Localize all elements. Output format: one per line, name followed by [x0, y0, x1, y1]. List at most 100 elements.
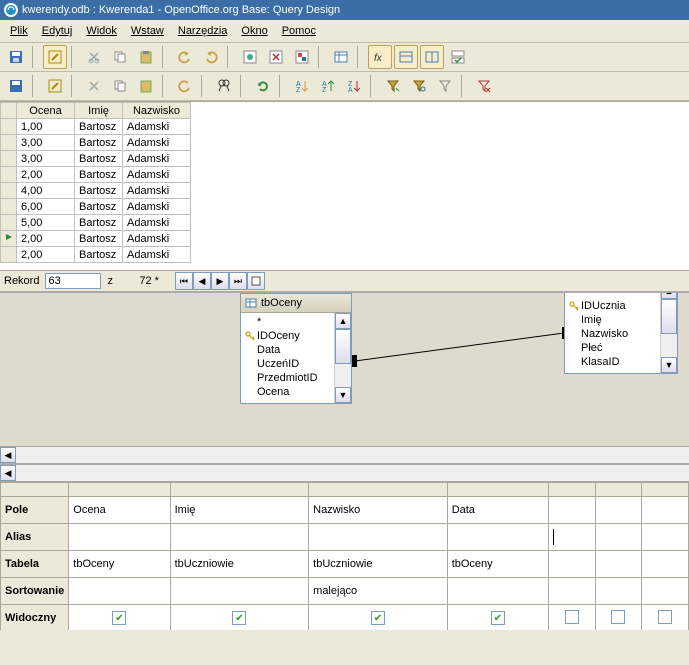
field-list-tbuczniowie[interactable]: *IDUczniaImięNazwiskoPłećKlasaID — [565, 291, 660, 373]
cell-pole[interactable] — [595, 497, 642, 524]
cell-imie[interactable]: Bartosz — [75, 215, 123, 231]
scroll-up-icon[interactable]: ▲ — [661, 291, 677, 299]
cell-imie[interactable]: Bartosz — [75, 199, 123, 215]
cell-imie[interactable]: Bartosz — [75, 151, 123, 167]
checkbox-icon[interactable] — [611, 610, 625, 624]
menu-pomoc[interactable]: Pomoc — [276, 23, 322, 39]
scroll-down-icon[interactable]: ▼ — [335, 387, 351, 403]
design-col-header[interactable] — [69, 483, 170, 497]
checkbox-icon[interactable]: ✔ — [371, 611, 385, 625]
cell-tabela[interactable]: tbOceny — [447, 551, 548, 578]
field-item[interactable]: KlasaID — [569, 355, 656, 369]
cell-sort[interactable] — [170, 578, 309, 605]
cut-icon[interactable] — [82, 45, 106, 69]
col-header-imie[interactable]: Imię — [75, 103, 123, 119]
field-list-tboceny[interactable]: *IDOcenyDataUczeńIDPrzedmiotIDOcena — [241, 313, 334, 403]
checkbox-icon[interactable]: ✔ — [232, 611, 246, 625]
cell-alias[interactable] — [447, 524, 548, 551]
cell-ocena[interactable]: 1,00 — [17, 119, 75, 135]
row-header[interactable] — [1, 215, 17, 231]
standardfilter-icon[interactable] — [407, 74, 431, 98]
row-header[interactable] — [1, 231, 17, 247]
record-current-input[interactable] — [45, 273, 101, 289]
cell-ocena[interactable]: 3,00 — [17, 135, 75, 151]
row-label-widoczny[interactable]: Widoczny — [1, 605, 69, 631]
cell-alias[interactable] — [595, 524, 642, 551]
nav-prev-icon[interactable]: ◀ — [193, 272, 211, 290]
menu-plik[interactable]: Plik — [4, 23, 34, 39]
cell-imie[interactable]: Bartosz — [75, 183, 123, 199]
table-window-tboceny[interactable]: tbOceny *IDOcenyDataUczeńIDPrzedmiotIDOc… — [240, 293, 352, 404]
cell-imie[interactable]: Bartosz — [75, 119, 123, 135]
nav-first-icon[interactable]: ⏮ — [175, 272, 193, 290]
undo-data-icon[interactable] — [173, 74, 197, 98]
cell-visible[interactable]: ✔ — [170, 605, 309, 631]
find-icon[interactable] — [212, 74, 236, 98]
add-table-icon[interactable] — [329, 45, 353, 69]
functions-icon[interactable]: fx — [368, 45, 392, 69]
cell-alias[interactable] — [642, 524, 689, 551]
design-col-header[interactable] — [549, 483, 596, 497]
row-header[interactable] — [1, 247, 17, 263]
cell-nazwisko[interactable]: Adamski — [123, 247, 191, 263]
col-header-nazwisko[interactable]: Nazwisko — [123, 103, 191, 119]
cell-alias[interactable] — [170, 524, 309, 551]
row-header[interactable] — [1, 119, 17, 135]
cell-visible[interactable] — [642, 605, 689, 631]
cell-visible[interactable]: ✔ — [69, 605, 170, 631]
cell-nazwisko[interactable]: Adamski — [123, 215, 191, 231]
design-col-header[interactable] — [309, 483, 448, 497]
cell-tabela[interactable]: tbUczniowie — [309, 551, 448, 578]
cell-visible[interactable]: ✔ — [309, 605, 448, 631]
cell-sort[interactable] — [447, 578, 548, 605]
design-table[interactable]: Pole Ocena Imię Nazwisko Data Alias Tabe… — [0, 482, 689, 630]
row-header[interactable] — [1, 167, 17, 183]
row-label-pole[interactable]: Pole — [1, 497, 69, 524]
checkbox-icon[interactable]: ✔ — [112, 611, 126, 625]
cell-pole[interactable] — [642, 497, 689, 524]
remove-filter-sort-icon[interactable] — [472, 74, 496, 98]
row-header[interactable] — [1, 135, 17, 151]
row-header[interactable] — [1, 183, 17, 199]
cell-nazwisko[interactable]: Adamski — [123, 199, 191, 215]
field-item[interactable]: Imię — [569, 313, 656, 327]
paste2-icon[interactable] — [134, 74, 158, 98]
design-col-header[interactable] — [170, 483, 309, 497]
cell-imie[interactable]: Bartosz — [75, 231, 123, 247]
cell-nazwisko[interactable]: Adamski — [123, 119, 191, 135]
table-title-tboceny[interactable]: tbOceny — [241, 294, 351, 313]
field-item[interactable]: UczeńID — [245, 357, 330, 371]
cell-pole[interactable]: Imię — [170, 497, 309, 524]
cell-sort[interactable] — [595, 578, 642, 605]
cell-tabela[interactable]: tbUczniowie — [170, 551, 309, 578]
cell-tabela[interactable] — [642, 551, 689, 578]
design-hscroll[interactable]: ◀ — [0, 465, 689, 482]
copy-icon[interactable] — [108, 45, 132, 69]
cell-imie[interactable]: Bartosz — [75, 135, 123, 151]
nav-last-icon[interactable]: ⏭ — [229, 272, 247, 290]
row-label-alias[interactable]: Alias — [1, 524, 69, 551]
table-name-icon[interactable] — [394, 45, 418, 69]
cell-tabela[interactable] — [595, 551, 642, 578]
table-scrollbar[interactable]: ▲ ▼ — [334, 313, 351, 403]
cell-imie[interactable]: Bartosz — [75, 167, 123, 183]
relations-hscroll[interactable]: ◀ — [0, 446, 689, 463]
cell-nazwisko[interactable]: Adamski — [123, 135, 191, 151]
row-header[interactable] — [1, 199, 17, 215]
cell-ocena[interactable]: 2,00 — [17, 167, 75, 183]
field-item[interactable]: Data — [245, 343, 330, 357]
nav-new-icon[interactable] — [247, 272, 265, 290]
cell-sort[interactable] — [642, 578, 689, 605]
cell-ocena[interactable]: 4,00 — [17, 183, 75, 199]
field-item[interactable]: PrzedmiotID — [245, 371, 330, 385]
cell-pole[interactable]: Ocena — [69, 497, 170, 524]
scroll-left-icon[interactable]: ◀ — [0, 447, 16, 463]
cell-sort[interactable] — [69, 578, 170, 605]
table-window-tbuczniowie[interactable]: tbUczniowie *IDUczniaImięNazwiskoPłećKla… — [564, 291, 678, 374]
save-icon[interactable] — [4, 45, 28, 69]
autofilter-icon[interactable] — [381, 74, 405, 98]
table-scrollbar[interactable]: ▲ ▼ — [660, 291, 677, 373]
field-item[interactable]: Ocena — [245, 385, 330, 399]
cell-nazwisko[interactable]: Adamski — [123, 231, 191, 247]
row-label-sortowanie[interactable]: Sortowanie — [1, 578, 69, 605]
